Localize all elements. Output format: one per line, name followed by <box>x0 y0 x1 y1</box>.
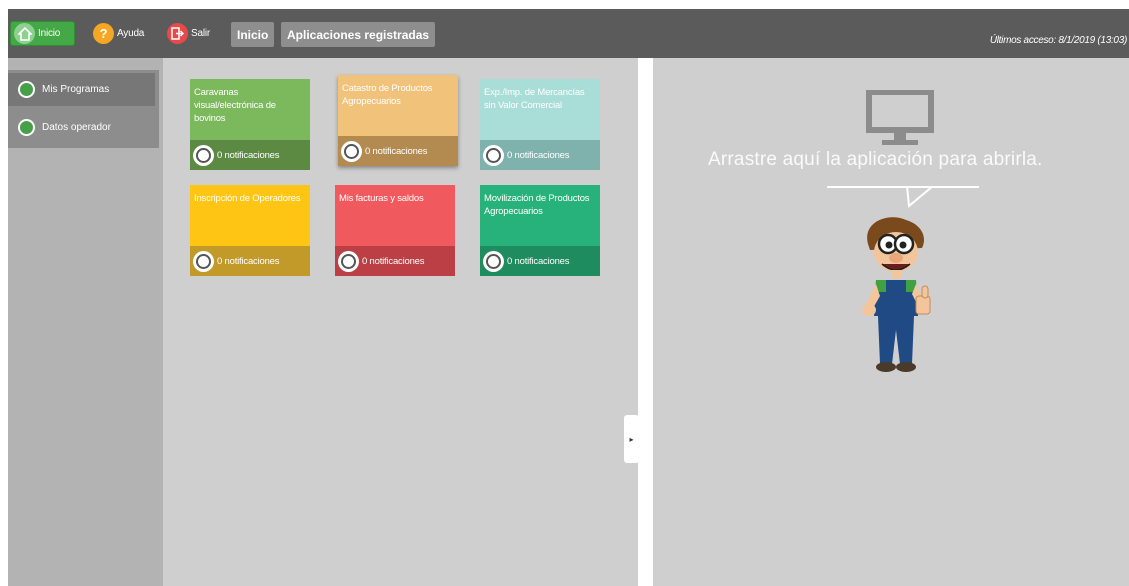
top-bar: Inicio ? Ayuda Salir Inicio Aplicaciones… <box>8 9 1129 58</box>
monitor-icon <box>866 90 934 145</box>
app-tile-exp-imp[interactable]: Exp./Imp. de Mercancías sin Valor Comerc… <box>480 79 600 170</box>
app-tile-caravanas[interactable]: Caravanas visual/electrónica de bovinos … <box>190 79 310 170</box>
app-tile-footer: 0 notificaciones <box>480 140 600 170</box>
notification-icon <box>193 144 214 166</box>
exit-icon <box>167 23 188 44</box>
app-tile-footer: 0 notificaciones <box>190 140 310 170</box>
notification-count: 0 notificaciones <box>507 255 570 267</box>
notification-icon <box>338 250 359 272</box>
notification-icon <box>483 144 504 166</box>
notification-icon <box>483 250 504 272</box>
notification-count: 0 notificaciones <box>507 149 570 161</box>
app-tile-footer: 0 notificaciones <box>480 246 600 276</box>
app-tile-footer: 0 notificaciones <box>338 136 458 166</box>
sidebar-item-mis-programas[interactable]: Mis Programas <box>8 73 155 106</box>
collapse-handle[interactable]: ▸ <box>624 415 639 463</box>
app-tile-name: Catastro de Productos Agropecuarios <box>342 83 433 107</box>
app-tile-facturas[interactable]: Mis facturas y saldos 0 notificaciones <box>335 185 455 276</box>
arrow-right-icon: ▸ <box>629 434 634 444</box>
ayuda-button-label: Ayuda <box>117 28 145 39</box>
app-tile-name: Caravanas visual/electrónica de bovinos <box>194 87 276 124</box>
breadcrumb-inicio[interactable]: Inicio <box>231 22 275 47</box>
panel-divider[interactable] <box>638 58 653 586</box>
speech-bubble-line <box>827 186 979 188</box>
speech-bubble-tail-icon <box>906 186 934 208</box>
home-icon <box>14 23 35 44</box>
notification-count: 0 notificaciones <box>365 145 428 157</box>
app-tile-name: Exp./Imp. de Mercancías sin Valor Comerc… <box>484 87 585 111</box>
app-tile-inscripcion[interactable]: Inscripción de Operadores 0 notificacion… <box>190 185 310 276</box>
sidebar-menu: Mis Programas Datos operador <box>8 70 159 148</box>
notification-count: 0 notificaciones <box>362 255 425 267</box>
notification-count: 0 notificaciones <box>217 255 280 267</box>
app-tile-movilizacion[interactable]: Movilización de Productos Agropecuarios … <box>480 185 600 276</box>
inicio-button-label: Inicio <box>38 28 61 39</box>
inicio-button[interactable]: Inicio <box>10 21 75 46</box>
sidebar: Mis Programas Datos operador <box>8 58 163 586</box>
notification-icon <box>341 140 362 162</box>
user-icon <box>18 119 35 136</box>
programs-icon <box>18 81 35 98</box>
breadcrumb-aplicaciones[interactable]: Aplicaciones registradas <box>281 22 436 47</box>
help-icon: ? <box>93 23 114 44</box>
salir-button-label: Salir <box>191 28 211 39</box>
app-tile-name: Inscripción de Operadores <box>194 193 301 204</box>
salir-button[interactable]: Salir <box>164 21 220 46</box>
app-tile-catastro[interactable]: Catastro de Productos Agropecuarios 0 no… <box>338 75 458 166</box>
mascot-illustration <box>862 217 931 372</box>
notification-count: 0 notificaciones <box>217 149 280 161</box>
sidebar-item-datos-operador[interactable]: Datos operador <box>8 111 155 144</box>
last-access-text: Últimos acceso: 8/1/2019 (13:03) <box>989 35 1127 46</box>
app-tile-footer: 0 notificaciones <box>335 246 455 276</box>
app-tile-name: Mis facturas y saldos <box>339 193 424 204</box>
app-window: Inicio ? Ayuda Salir Inicio Aplicaciones… <box>0 0 1129 586</box>
notification-icon <box>193 250 214 272</box>
app-tile-name: Movilización de Productos Agropecuarios <box>484 193 590 217</box>
app-tile-footer: 0 notificaciones <box>190 246 310 276</box>
drop-message: Arrastre aquí la aplicación para abrirla… <box>708 149 1043 170</box>
ayuda-button[interactable]: ? Ayuda <box>90 21 154 46</box>
